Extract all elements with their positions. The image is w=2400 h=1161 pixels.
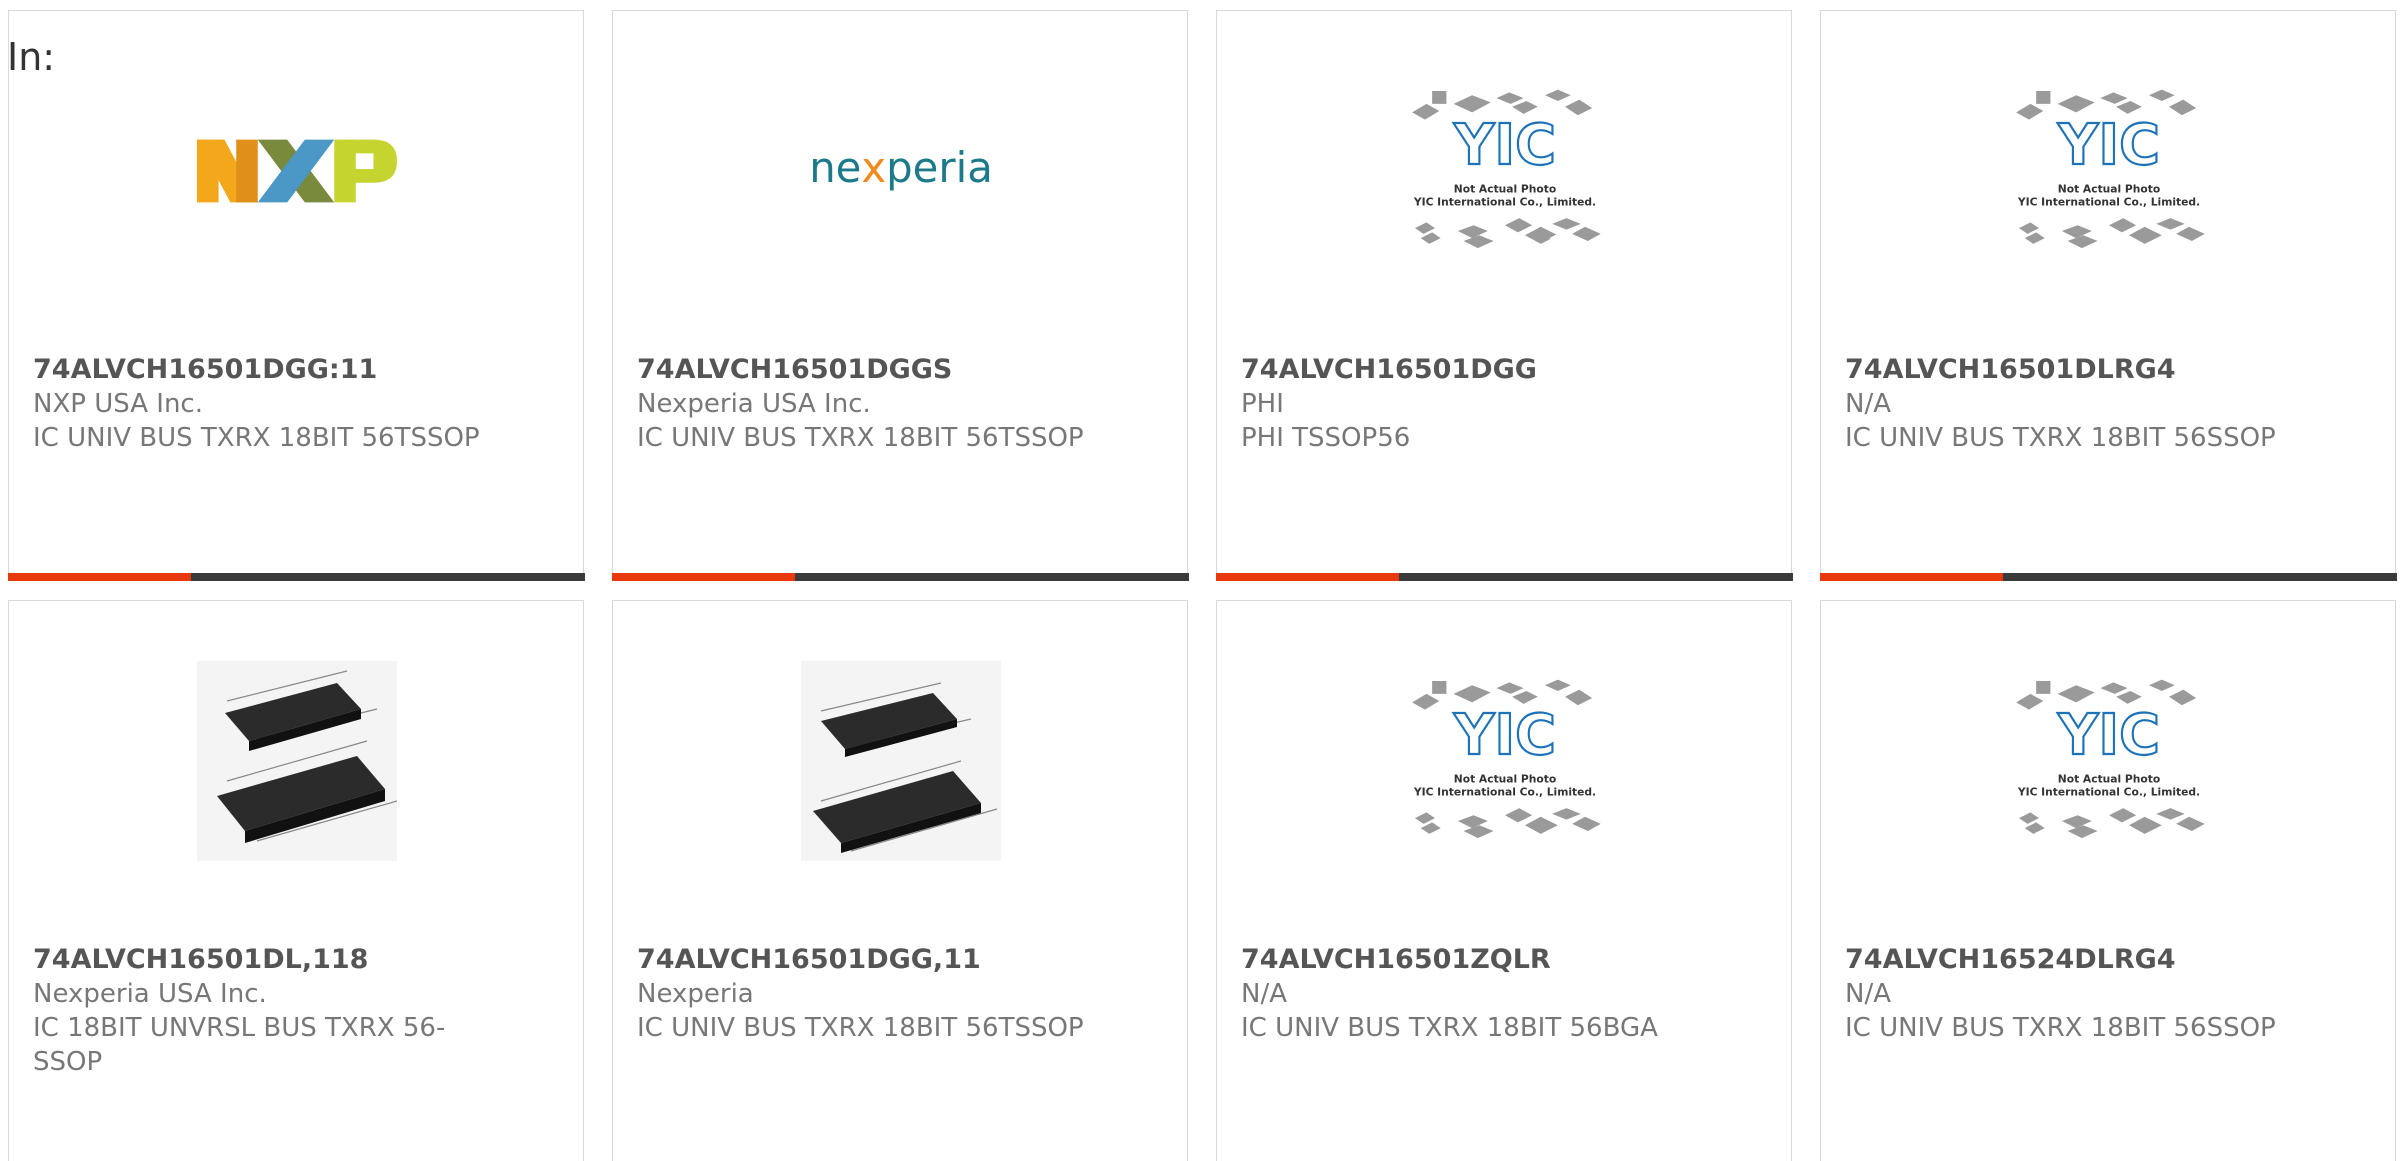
svg-text:Not Actual Photo: Not Actual Photo <box>2058 772 2160 785</box>
manufacturer: N/A <box>1241 979 1287 1009</box>
svg-text:YIC: YIC <box>2057 703 2160 768</box>
svg-text:Not Actual Photo: Not Actual Photo <box>1454 182 1556 195</box>
manufacturer: N/A <box>1845 389 1891 419</box>
card-bottom-bar <box>1215 572 1793 581</box>
description: IC UNIV BUS TXRX 18BIT 56TSSOP <box>33 423 480 453</box>
description: IC UNIV BUS TXRX 18BIT 56BGA <box>1241 1013 1658 1043</box>
manufacturer: NXP USA Inc. <box>33 389 203 419</box>
manufacturer: PHI <box>1241 389 1284 419</box>
svg-text:nexperia: nexperia <box>809 143 993 192</box>
svg-text:Not Actual Photo: Not Actual Photo <box>1454 772 1556 785</box>
product-grid-page: In: 74ALVCH16501DGG:11 NXP USA Inc. IC U… <box>0 0 2400 1161</box>
description: IC UNIV BUS TXRX 18BIT 56SSOP <box>1845 1013 2276 1043</box>
nxp-logo <box>197 71 397 271</box>
product-card[interactable]: YIC Not Actual Photo YIC International C… <box>1819 10 2397 581</box>
product-info: 74ALVCH16501DGG,11 Nexperia IC UNIV BUS … <box>637 943 1107 1045</box>
svg-text:YIC International Co., Limited: YIC International Co., Limited. <box>2017 785 2200 798</box>
part-number[interactable]: 74ALVCH16501DGG:11 <box>33 353 503 387</box>
manufacturer: Nexperia USA Inc. <box>637 389 871 419</box>
product-info: 74ALVCH16501ZQLR N/A IC UNIV BUS TXRX 18… <box>1241 943 1711 1045</box>
part-number[interactable]: 74ALVCH16501DLRG4 <box>1845 353 2315 387</box>
part-number[interactable]: 74ALVCH16501DL,118 <box>33 943 503 977</box>
description: IC UNIV BUS TXRX 18BIT 56SSOP <box>1845 423 2276 453</box>
chip-photo-image <box>197 661 397 861</box>
part-number[interactable]: 74ALVCH16501ZQLR <box>1241 943 1711 977</box>
svg-text:Not Actual Photo: Not Actual Photo <box>2058 182 2160 195</box>
product-card[interactable]: nexperia 74ALVCH16501DGGS Nexperia USA I… <box>611 10 1189 581</box>
product-card[interactable]: 74ALVCH16501DGG,11 Nexperia IC UNIV BUS … <box>612 600 1188 1161</box>
product-info: 74ALVCH16501DLRG4 N/A IC UNIV BUS TXRX 1… <box>1845 353 2315 455</box>
part-number[interactable]: 74ALVCH16501DGG,11 <box>637 943 1107 977</box>
card-bottom-bar <box>7 572 585 581</box>
product-info: 74ALVCH16501DGG:11 NXP USA Inc. IC UNIV … <box>33 353 503 455</box>
card-bottom-bar <box>1819 572 2397 581</box>
description: IC 18BIT UNVRSL BUS TXRX 56-SSOP <box>33 1013 446 1077</box>
svg-text:YIC International Co., Limited: YIC International Co., Limited. <box>1413 195 1596 208</box>
svg-text:YIC: YIC <box>2057 113 2160 178</box>
svg-text:YIC International Co., Limited: YIC International Co., Limited. <box>1413 785 1596 798</box>
product-info: 74ALVCH16501DGG PHI PHI TSSOP56 <box>1241 353 1711 455</box>
product-info: 74ALVCH16501DGGS Nexperia USA Inc. IC UN… <box>637 353 1107 455</box>
product-card[interactable]: 74ALVCH16501DL,118 Nexperia USA Inc. IC … <box>8 600 584 1161</box>
product-card[interactable]: YIC Not Actual Photo YIC International C… <box>1216 600 1792 1161</box>
product-card[interactable]: 74ALVCH16501DGG:11 NXP USA Inc. IC UNIV … <box>7 10 585 581</box>
product-info: 74ALVCH16501DL,118 Nexperia USA Inc. IC … <box>33 943 503 1079</box>
svg-text:YIC: YIC <box>1453 113 1556 178</box>
chip-photo-image <box>801 661 1001 861</box>
manufacturer: Nexperia USA Inc. <box>33 979 267 1009</box>
product-info: 74ALVCH16524DLRG4 N/A IC UNIV BUS TXRX 1… <box>1845 943 2315 1045</box>
product-card[interactable]: YIC Not Actual Photo YIC International C… <box>1820 600 2396 1161</box>
part-number[interactable]: 74ALVCH16524DLRG4 <box>1845 943 2315 977</box>
svg-text:YIC International Co., Limited: YIC International Co., Limited. <box>2017 195 2200 208</box>
description: IC UNIV BUS TXRX 18BIT 56TSSOP <box>637 1013 1084 1043</box>
description: PHI TSSOP56 <box>1241 423 1411 453</box>
yic-placeholder-image: YIC Not Actual Photo YIC International C… <box>1405 661 1605 861</box>
part-number[interactable]: 74ALVCH16501DGGS <box>637 353 1107 387</box>
product-card[interactable]: YIC Not Actual Photo YIC International C… <box>1215 10 1793 581</box>
manufacturer: Nexperia <box>637 979 754 1009</box>
svg-text:YIC: YIC <box>1453 703 1556 768</box>
in-label: In: <box>7 35 56 79</box>
manufacturer: N/A <box>1845 979 1891 1009</box>
description: IC UNIV BUS TXRX 18BIT 56TSSOP <box>637 423 1084 453</box>
nexperia-logo: nexperia <box>801 71 1001 271</box>
yic-placeholder-image: YIC Not Actual Photo YIC International C… <box>2009 661 2209 861</box>
yic-placeholder-image: YIC Not Actual Photo YIC International C… <box>1405 71 1605 271</box>
card-bottom-bar <box>611 572 1189 581</box>
yic-placeholder-image: YIC Not Actual Photo YIC International C… <box>2009 71 2209 271</box>
part-number[interactable]: 74ALVCH16501DGG <box>1241 353 1711 387</box>
